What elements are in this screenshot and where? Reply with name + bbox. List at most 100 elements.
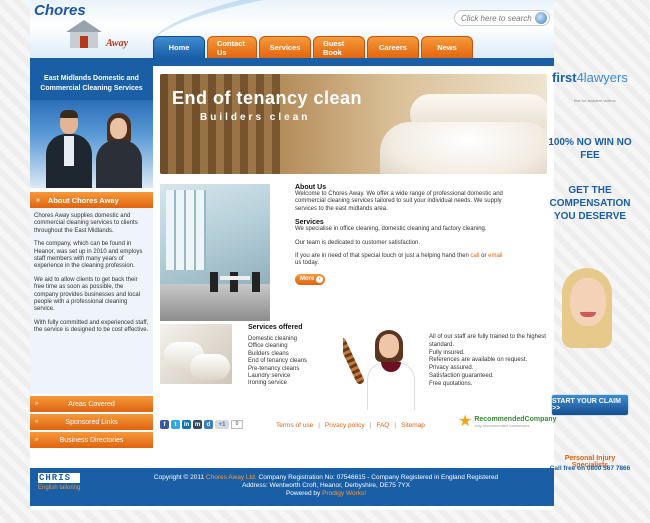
ad-no-win-no-fee: 100% NO WIN NO FEE — [548, 137, 632, 161]
about-paragraph: Chores Away supplies domestic and commer… — [34, 213, 138, 234]
cleaner-with-duster-photo — [343, 328, 423, 410]
google-plus-icon[interactable]: +1 — [215, 420, 229, 429]
help-text: If you are in need of that special touch… — [295, 253, 505, 268]
list-item: Office cleaning — [248, 343, 288, 350]
help-text-start: If you are in need of that special touch… — [295, 253, 469, 260]
areas-covered-button[interactable]: » Areas Covered — [30, 396, 153, 412]
ad-brand-b: 4lawyers — [576, 70, 628, 85]
footer-text: Copyright © 2011 Chores Away Ltd. Compan… — [126, 474, 526, 498]
twitter-icon[interactable]: t — [171, 420, 180, 429]
or-text: or — [481, 253, 487, 260]
list-item: Pre-tenancy cleans — [248, 365, 300, 372]
arrow-icon: » — [36, 196, 40, 204]
services-offered-section: Services offered Domestic cleaning Offic… — [248, 324, 338, 388]
tab-services[interactable]: Services — [259, 36, 311, 58]
faq-link[interactable]: FAQ — [376, 422, 389, 429]
about-paragraph: We aid to allow clients to get back thei… — [34, 276, 141, 313]
qualities-list: All of our staff are fully trained to th… — [429, 334, 554, 389]
powered-by-link[interactable]: Prodigy Works! — [322, 490, 366, 497]
privacy-link[interactable]: Privacy policy — [325, 422, 365, 429]
services-offered-heading: Services offered — [248, 324, 303, 331]
sidebar: East Midlands Domestic and Commercial Cl… — [30, 66, 153, 468]
office-interior-photo — [160, 184, 270, 321]
separator: | — [318, 422, 320, 429]
arrow-icon: » — [35, 401, 39, 407]
footer-logo[interactable]: CHRIS English tailoring — [38, 473, 81, 491]
list-item: Domestic cleaning — [248, 336, 298, 342]
copyright-rest: Company Registration No: 07546615 - Comp… — [258, 474, 499, 481]
email-link[interactable]: email — [488, 253, 502, 259]
about-us-heading: About Us — [295, 184, 327, 191]
main-content: End of tenancy clean Builders clean Abou… — [158, 66, 556, 468]
call-link[interactable]: call — [470, 253, 479, 259]
search-icon[interactable] — [535, 12, 547, 24]
about-us-section: About Us Welcome to Chores Away. We offe… — [295, 184, 505, 285]
button-label: Sponsored Links — [65, 418, 118, 426]
chevron-right-icon: › — [316, 275, 323, 283]
sidebar-title: East Midlands Domestic and Commercial Cl… — [30, 66, 153, 100]
delicious-icon[interactable]: d — [204, 420, 213, 429]
about-us-text: Welcome to Chores Away. We offer a wide … — [295, 191, 503, 212]
footer: CHRIS English tailoring Copyright © 2011… — [30, 468, 554, 506]
header: Chores Away Click here to search Home Co… — [30, 0, 554, 58]
about-paragraph: With fully committed and experienced sta… — [34, 319, 149, 334]
banner-title: End of tenancy clean — [172, 88, 363, 108]
copyright-prefix: Copyright © 2011 — [153, 474, 205, 481]
arrow-icon: » — [35, 419, 39, 425]
ad-call-number[interactable]: Call free on 0800 567 7866 — [548, 465, 632, 472]
about-paragraph: The company, which can be found in Heano… — [34, 241, 143, 270]
company-link[interactable]: Chores Away Ltd. — [206, 474, 257, 481]
header-bar — [30, 58, 554, 66]
start-claim-button[interactable]: START YOUR CLAIM >> — [551, 394, 629, 416]
smiling-woman-photo — [558, 268, 620, 354]
list-item: Satisfaction guaranteed. — [429, 372, 494, 379]
list-item: Builders cleans — [248, 350, 289, 357]
business-directories-button[interactable]: » Business Directories — [30, 432, 153, 448]
linkedin-icon[interactable]: in — [182, 420, 191, 429]
business-people-photo — [30, 100, 153, 188]
separator: | — [369, 422, 372, 429]
first4lawyers-ad[interactable]: first4lawyers first for accident victims… — [548, 66, 632, 486]
footer-links: Terms of use | Privacy policy | FAQ | Si… — [276, 422, 425, 429]
facebook-icon[interactable]: f — [160, 420, 169, 429]
main-nav: Home Contact Us Services Guest Book Care… — [153, 36, 473, 58]
tab-news[interactable]: News — [421, 36, 473, 58]
list-item: Free quotations. — [429, 380, 473, 387]
tab-careers[interactable]: Careers — [367, 36, 419, 58]
about-chores-away-heading: » About Chores Away — [30, 192, 153, 208]
sitemap-link[interactable]: Sitemap — [401, 422, 425, 429]
services-heading: Services — [295, 219, 324, 227]
help-text-end: us today. — [295, 260, 319, 267]
tab-guest-book[interactable]: Guest Book — [313, 36, 365, 58]
recommended-sub: only recommended businesses — [474, 423, 530, 428]
star-icon: ★ — [458, 413, 473, 430]
copyright-line: Copyright © 2011 Chores Away Ltd. Compan… — [126, 474, 526, 482]
ad-brand-a: first — [552, 70, 577, 85]
button-label: Areas Covered — [68, 400, 115, 408]
about-heading-label: About Chores Away — [47, 195, 119, 205]
address-line: Address: Wentworth Croft, Heanor, Derbys… — [242, 482, 410, 489]
banner-subtitle: Builders clean — [200, 112, 311, 123]
search-input[interactable]: Click here to search — [454, 10, 550, 26]
logo-subtext[interactable]: Away — [106, 38, 128, 49]
share-count: 0 — [231, 420, 243, 429]
logo-text[interactable]: Chores — [34, 2, 86, 19]
tab-contact-us[interactable]: Contact Us — [207, 36, 257, 58]
list-item: All of our staff are fully trained to th… — [429, 334, 546, 348]
more-button[interactable]: More › — [295, 273, 325, 285]
recommended-company-badge[interactable]: ★ RecommendedCompany only recommended bu… — [458, 414, 556, 430]
ad-brand-sub: first for accident victims — [574, 98, 616, 103]
powered-prefix: Powered by — [285, 490, 321, 497]
tab-home[interactable]: Home — [153, 36, 205, 58]
list-item: End of tenancy cleans — [248, 358, 308, 365]
list-item: Fully insured. — [429, 349, 465, 356]
towels-photo — [160, 324, 232, 384]
sponsored-links-button[interactable]: » Sponsored Links — [30, 414, 153, 430]
myspace-icon[interactable]: m — [193, 420, 202, 429]
terms-link[interactable]: Terms of use — [276, 422, 313, 429]
footer-logo-tag: English tailoring — [38, 485, 81, 491]
arrow-icon: » — [35, 437, 39, 443]
list-item: References are available on request. — [429, 357, 528, 364]
house-logo-icon[interactable] — [64, 18, 104, 50]
hero-banner: End of tenancy clean Builders clean — [160, 74, 547, 174]
